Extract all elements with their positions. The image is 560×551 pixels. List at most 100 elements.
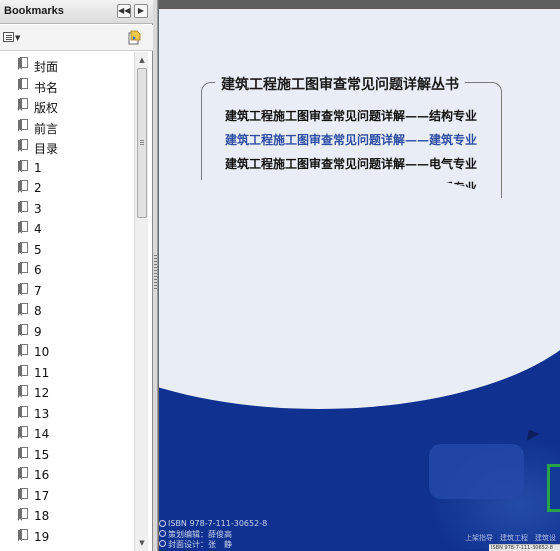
bookmark-label: 封面 xyxy=(34,60,59,74)
bookmark-label: 17 xyxy=(34,488,50,503)
bookmark-icon xyxy=(18,385,28,398)
info-line: ISBN 978-7-111-30652-8 xyxy=(159,519,279,529)
bookmark-icon xyxy=(18,323,28,337)
bookmark-icon xyxy=(18,303,28,316)
bookmark-icon xyxy=(18,57,28,70)
bookmark-label: 书名 xyxy=(34,80,59,95)
series-line: 建筑工程施工图审查常见问题详解——建筑专业 xyxy=(225,133,478,147)
options-menu-button[interactable]: ▼ xyxy=(3,31,21,45)
bookmark-label: 6 xyxy=(34,263,42,277)
bookmark-item[interactable]: 11 xyxy=(14,363,132,383)
bookmark-icon xyxy=(18,241,28,255)
new-bookmark-button[interactable] xyxy=(127,30,142,45)
panel-title: Bookmarks xyxy=(4,5,64,17)
bookmark-item[interactable]: 17 xyxy=(14,486,132,506)
new-bookmark-icon xyxy=(128,30,141,45)
scroll-thumb[interactable] xyxy=(137,68,147,218)
bookmark-label: 10 xyxy=(34,345,50,359)
bookmark-item[interactable]: 16 xyxy=(14,465,132,485)
bookmark-label: 15 xyxy=(34,447,50,462)
bookmark-icon xyxy=(18,221,28,234)
seal-graphic xyxy=(429,444,524,499)
barcode-text: ISBN 978-7-111-30652-8 xyxy=(491,545,553,551)
bookmark-label: 3 xyxy=(34,201,42,216)
bookmark-item[interactable]: 目录 xyxy=(14,137,132,157)
bookmark-label: 5 xyxy=(34,242,42,257)
bookmark-item[interactable]: 前言 xyxy=(14,117,132,137)
bookmark-icon xyxy=(18,487,28,501)
options-icon xyxy=(3,32,14,42)
bookmark-label: 1 xyxy=(34,160,42,175)
series-title: 建筑工程施工图审查常见问题详解丛书 xyxy=(215,74,465,94)
scroll-up-icon[interactable]: ▲ xyxy=(136,54,148,66)
collapse-panel-button[interactable]: ◀◀ xyxy=(117,4,131,18)
cover-arc xyxy=(159,169,560,409)
panel-splitter[interactable] xyxy=(153,0,158,551)
close-panel-button[interactable]: ▶ xyxy=(134,4,148,18)
chevron-down-icon: ▼ xyxy=(15,34,21,42)
bookmark-label: 8 xyxy=(34,304,42,318)
bookmark-icon xyxy=(18,159,28,173)
splitter-grip xyxy=(154,255,157,291)
bookmark-list: 封面 书名 版权 前言 目录 1 2 3 4 5 6 7 8 9 10 11 12 13 14 15 16 17 18 19 xyxy=(0,52,135,551)
bookmark-icon xyxy=(18,528,28,542)
bookmark-item[interactable]: 9 xyxy=(14,322,132,342)
bookmark-label: 18 xyxy=(34,509,50,523)
bookmark-label: 版权 xyxy=(34,101,59,115)
info-text: ISBN 978-7-111-30652-8 xyxy=(168,519,268,528)
bookmark-label: 2 xyxy=(34,181,42,195)
bookmark-item[interactable]: 12 xyxy=(14,383,132,403)
bookmark-label: 11 xyxy=(34,365,50,380)
bookmark-item[interactable]: 版权 xyxy=(14,96,132,116)
bookmark-item[interactable]: 10 xyxy=(14,342,132,362)
bookmark-item[interactable]: 2 xyxy=(14,178,132,198)
bookmark-item[interactable]: 5 xyxy=(14,240,132,260)
info-line: 封面设计：张 静 xyxy=(159,539,279,549)
bookmark-icon xyxy=(18,467,28,480)
bookmark-label: 4 xyxy=(34,222,42,236)
bookmark-label: 12 xyxy=(34,386,50,400)
bookmark-label: 13 xyxy=(34,406,50,421)
bookmark-item[interactable]: 15 xyxy=(14,445,132,465)
bookmark-item[interactable]: 封面 xyxy=(14,55,132,75)
bookmark-label: 前言 xyxy=(34,121,59,136)
info-line: 策划编辑：薛俊高 xyxy=(159,529,279,539)
info-text: 策划编辑：薛俊高 xyxy=(168,530,232,539)
green-frame xyxy=(547,464,560,512)
bookmark-scrollbar[interactable]: ▲ ▼ xyxy=(134,52,148,551)
bookmark-icon xyxy=(18,139,28,152)
bookmark-item[interactable]: 13 xyxy=(14,404,132,424)
pdf-page: 建筑工程施工图审查常见问题详解丛书 建筑工程施工图审查常见问题详解——结构专业建… xyxy=(159,9,560,551)
bookmark-label: 16 xyxy=(34,468,50,482)
bookmark-icon xyxy=(18,180,28,193)
bookmark-item[interactable]: 3 xyxy=(14,199,132,219)
pdf-viewer: Bookmarks ◀◀ ▶ ▼ 封面 书名 版权 前言 目录 1 2 3 4 5 6 7 8 9 10 11… xyxy=(0,0,560,551)
barcode: ISBN 978-7-111-30652-8 xyxy=(489,544,560,551)
shelving-guide: 上架指导 建筑工程 建筑设 xyxy=(465,534,556,542)
bookmark-item[interactable]: 1 xyxy=(14,158,132,178)
bookmark-label: 目录 xyxy=(34,142,59,156)
bookmark-item[interactable]: 8 xyxy=(14,301,132,321)
scroll-down-icon[interactable]: ▼ xyxy=(136,537,148,549)
series-line: 建筑工程施工图审查常见问题详解——结构专业 xyxy=(225,109,478,123)
bookmark-item[interactable]: 4 xyxy=(14,219,132,239)
bookmark-item[interactable]: 7 xyxy=(14,281,132,301)
bookmark-item[interactable]: 书名 xyxy=(14,76,132,96)
bookmark-icon xyxy=(18,282,28,296)
bookmark-icon xyxy=(18,405,28,419)
bookmark-item[interactable]: 19 xyxy=(14,527,132,547)
bookmark-label: 7 xyxy=(34,283,42,298)
bookmark-label: 19 xyxy=(34,529,50,544)
info-text: 封面设计：张 静 xyxy=(168,540,232,549)
bookmarks-panel-header: Bookmarks ◀◀ ▶ xyxy=(0,0,153,24)
bookmark-item[interactable]: 6 xyxy=(14,260,132,280)
cover-info: ISBN 978-7-111-30652-8 策划编辑：薛俊高 封面设计：张 静 xyxy=(159,519,279,549)
bookmark-item[interactable]: 18 xyxy=(14,506,132,526)
bookmark-item[interactable]: 14 xyxy=(14,424,132,444)
bookmark-icon xyxy=(18,77,28,91)
bookmark-label: 9 xyxy=(34,324,42,339)
bookmarks-toolbar: ▼ xyxy=(0,25,153,51)
bookmark-icon xyxy=(18,508,28,521)
bookmark-icon xyxy=(18,118,28,132)
bookmark-icon xyxy=(18,426,28,439)
